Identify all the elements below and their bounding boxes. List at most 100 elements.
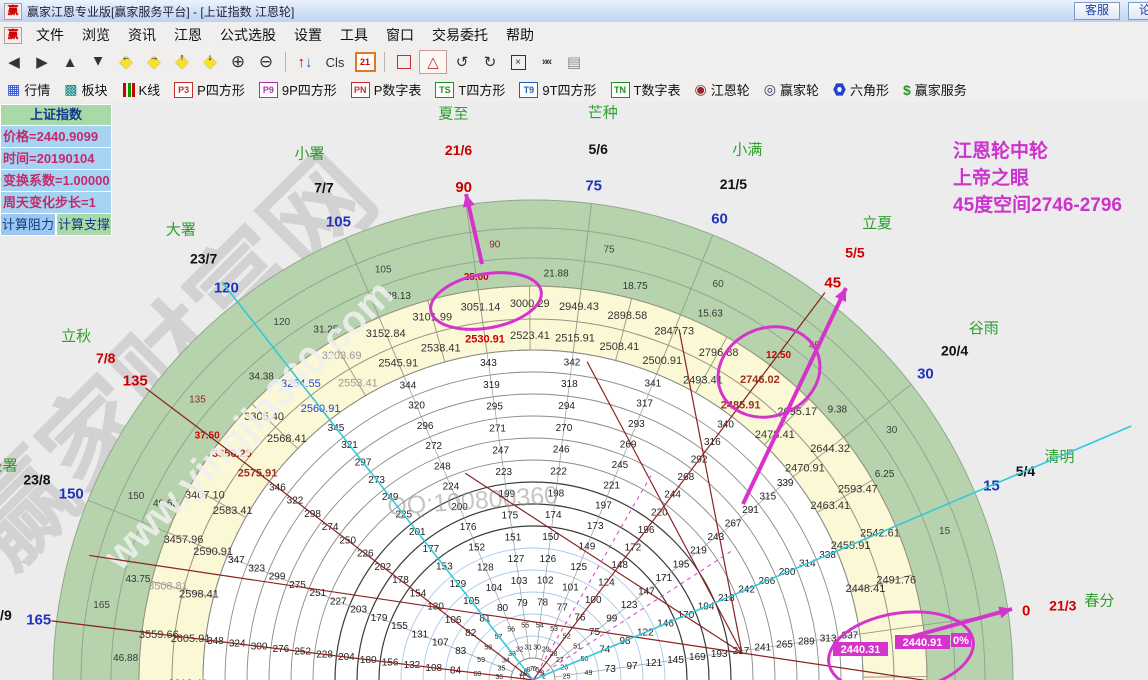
view-button-K线[interactable]: K线 — [115, 79, 168, 101]
wheel-number: 227 — [330, 596, 347, 607]
wheel-number: 315 — [759, 492, 776, 503]
season-label: 小署 — [294, 145, 324, 162]
outer-price-label: 3000.29 — [510, 298, 550, 310]
view-button-赢家服务[interactable]: $赢家服务 — [896, 79, 974, 101]
wheel-number: 319 — [483, 380, 500, 391]
step-right-icon[interactable]: ◆→ — [141, 51, 167, 73]
view-button-T四方形[interactable]: TST四方形 — [428, 79, 512, 101]
menu-文件[interactable]: 文件 — [27, 25, 73, 45]
wheel-number: 343 — [480, 358, 497, 369]
menu-公式选股[interactable]: 公式选股 — [211, 25, 285, 45]
outer-price-label: 2949.43 — [559, 301, 599, 313]
view-button-label: P四方形 — [197, 80, 245, 99]
back-icon[interactable]: ◀ — [1, 51, 27, 73]
forum-button[interactable]: 论 — [1128, 2, 1148, 20]
season-label: 小满 — [732, 142, 762, 159]
wheel-number: 101 — [562, 582, 579, 593]
wheel-number: 149 — [579, 541, 596, 552]
down-icon[interactable]: ▲ — [85, 51, 111, 73]
wheel-number: 270 — [556, 423, 573, 434]
outer-price-label: 2796.88 — [699, 347, 739, 359]
titlebar: 赢 赢家江恩专业版[赢家服务平台] - [上证指数 江恩轮] 客服 论 — [0, 0, 1148, 23]
view-button-江恩轮[interactable]: ◉江恩轮 — [688, 79, 757, 101]
calendar-icon[interactable]: 21 — [352, 51, 378, 73]
wheel-number: 296 — [417, 421, 434, 432]
step-down-icon[interactable]: ◆↓ — [197, 51, 223, 73]
maximize-icon[interactable]: × — [505, 51, 531, 73]
wheel-number: 248 — [434, 461, 451, 472]
menu-江恩[interactable]: 江恩 — [165, 25, 211, 45]
date-label: 7/8 — [96, 350, 116, 366]
square-tool-icon[interactable] — [391, 51, 417, 73]
presentation-icon[interactable]: ▤ — [561, 51, 587, 73]
zoom-in-icon[interactable]: ⊕ — [225, 51, 251, 73]
param-row: 周天变化步长=1 — [0, 192, 112, 214]
wheel-number: 171 — [655, 573, 672, 584]
wheel-number: 221 — [603, 480, 620, 491]
inner-price-label: 2448.41 — [846, 583, 886, 595]
view-button-行情[interactable]: ▦行情 — [0, 79, 57, 101]
wheel-number: 83 — [455, 646, 467, 657]
rotate-ccw-icon[interactable]: ↺ — [449, 51, 475, 73]
sort-updown-icon[interactable]: ↑↓ — [292, 51, 318, 73]
outer-price-label: 2746.02 — [740, 374, 780, 386]
percent-label: 15.63 — [698, 309, 723, 320]
calc-resistance-button[interactable]: 计算阻力 — [0, 214, 56, 236]
menu-帮助[interactable]: 帮助 — [497, 25, 543, 45]
view-button-9T四方形[interactable]: T99T四方形 — [512, 79, 603, 101]
wheel-number: 272 — [425, 441, 442, 452]
view-button-六角形[interactable]: 六角形 — [826, 79, 896, 101]
wheel-number: 99 — [606, 613, 618, 624]
season-label: 谷雨 — [969, 320, 999, 337]
view-button-T数字表[interactable]: TNT数字表 — [604, 79, 688, 101]
wheel-number: 145 — [667, 655, 684, 666]
menu-设置[interactable]: 设置 — [285, 25, 331, 45]
menu-资讯[interactable]: 资讯 — [119, 25, 165, 45]
menu-工具[interactable]: 工具 — [331, 25, 377, 45]
window-title: 赢家江恩专业版[赢家服务平台] - [上证指数 江恩轮] — [27, 3, 294, 20]
zoom-out-icon[interactable]: ⊖ — [253, 51, 279, 73]
wheel-number: 49 — [585, 670, 593, 677]
wheel-number: 299 — [269, 572, 286, 583]
customer-service-button[interactable]: 客服 — [1074, 2, 1120, 20]
wheel-number: 29 — [542, 646, 550, 653]
triangle-tool-icon[interactable]: △ — [419, 50, 447, 74]
selected-price-value: 0% — [953, 635, 969, 647]
center-icon[interactable]: »« — [533, 51, 559, 73]
wheel-number: 243 — [707, 532, 724, 543]
cls-button[interactable]: Cls — [320, 51, 350, 73]
date-label: 21/6 — [445, 142, 472, 158]
param-row: 变换系数=1.00000 — [0, 170, 112, 192]
calc-support-button[interactable]: 计算支撑 — [56, 214, 112, 236]
green-degree-label: 60 — [713, 279, 725, 290]
wheel-number: 77 — [557, 603, 569, 614]
view-button-P四方形[interactable]: P3P四方形 — [167, 79, 252, 101]
percent-label: 6.25 — [875, 469, 895, 480]
wheel-number: 107 — [432, 638, 449, 649]
forward-icon[interactable]: ▶ — [29, 51, 55, 73]
wheel-number: 271 — [489, 423, 506, 434]
step-left-icon[interactable]: ◆← — [113, 51, 139, 73]
inner-price-label: 2500.91 — [642, 355, 682, 367]
wheel-number: 295 — [486, 402, 503, 413]
step-up-icon[interactable]: ◆↑ — [169, 51, 195, 73]
view-button-9P四方形[interactable]: P99P四方形 — [252, 79, 344, 101]
date-label: 5/6 — [588, 141, 608, 157]
wheel-number: 102 — [537, 576, 554, 587]
view-button-P数字表[interactable]: PNP数字表 — [344, 79, 429, 101]
degree-label: 60 — [711, 210, 728, 227]
annotation-line: 上帝之眼 — [953, 165, 1122, 192]
rotate-cw-icon[interactable]: ↻ — [477, 51, 503, 73]
app-logo-icon: 赢 — [4, 3, 22, 20]
view-button-板块[interactable]: ▩板块 — [57, 79, 114, 101]
inner-price-label: 2515.91 — [555, 333, 595, 345]
view-button-赢家轮[interactable]: ◎赢家轮 — [757, 79, 826, 101]
menu-窗口[interactable]: 窗口 — [377, 25, 423, 45]
up-icon[interactable]: ▲ — [57, 51, 83, 73]
date-label: 21/3 — [1049, 598, 1076, 614]
ts-icon: TS — [435, 82, 454, 98]
symbol-title: 上证指数 — [0, 104, 112, 126]
menu-交易委托[interactable]: 交易委托 — [423, 25, 497, 45]
menu-浏览[interactable]: 浏览 — [73, 25, 119, 45]
wheel-number: 247 — [492, 445, 509, 456]
